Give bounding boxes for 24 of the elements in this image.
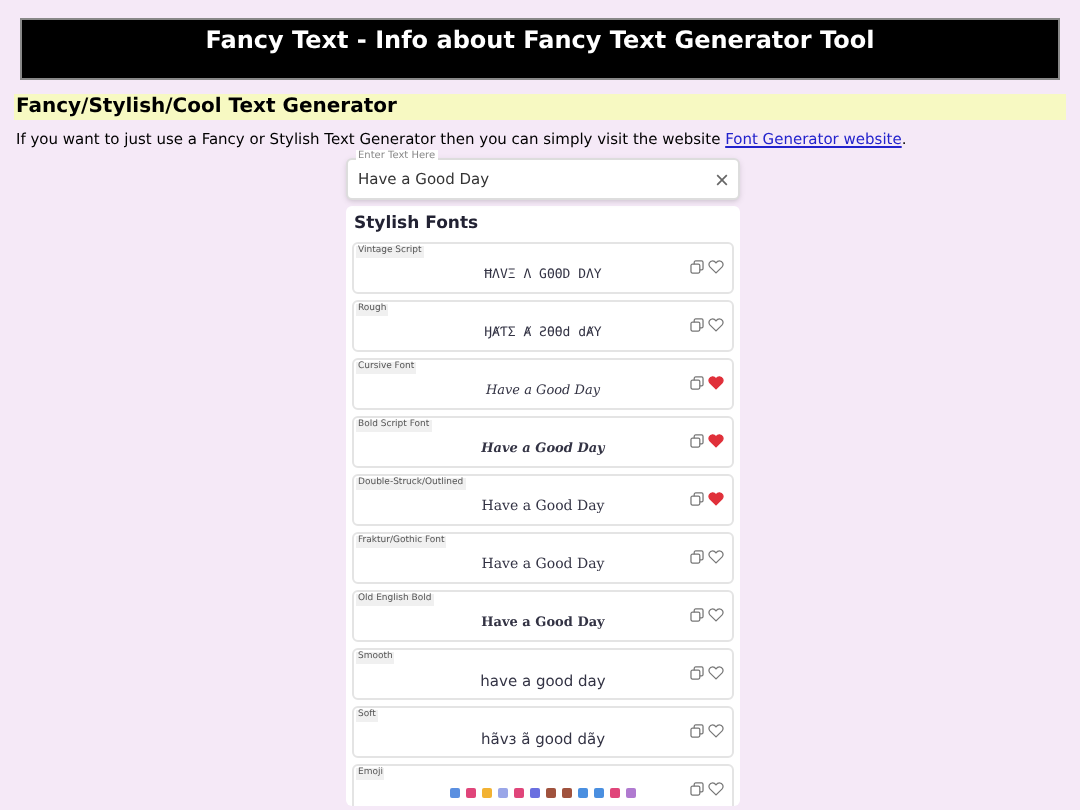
copy-icon[interactable] [690,666,704,680]
panel-title: Stylish Fonts [354,214,481,236]
heart-icon[interactable] [708,550,724,564]
section-heading: Fancy/Stylish/Cool Text Generator [14,94,1066,120]
heart-icon[interactable] [708,492,724,506]
copy-icon[interactable] [690,434,704,448]
copy-icon[interactable] [690,318,704,332]
heart-icon[interactable] [708,782,724,796]
heart-icon[interactable] [708,318,724,332]
heart-icon[interactable] [708,666,724,680]
copy-icon[interactable] [690,376,704,390]
heart-icon[interactable] [708,260,724,274]
copy-icon[interactable] [690,782,704,796]
heart-icon[interactable] [708,724,724,738]
clear-icon[interactable] [716,173,728,185]
copy-icon[interactable] [690,260,704,274]
copy-icon[interactable] [690,608,704,622]
page-title: Fancy Text - Info about Fancy Text Generator Tool [205,26,875,58]
copy-icon[interactable] [690,724,704,738]
heart-icon[interactable] [708,608,724,622]
copy-icon[interactable] [690,550,704,564]
copy-icon[interactable] [690,492,704,506]
heart-icon[interactable] [708,434,724,448]
heart-icon[interactable] [708,376,724,390]
